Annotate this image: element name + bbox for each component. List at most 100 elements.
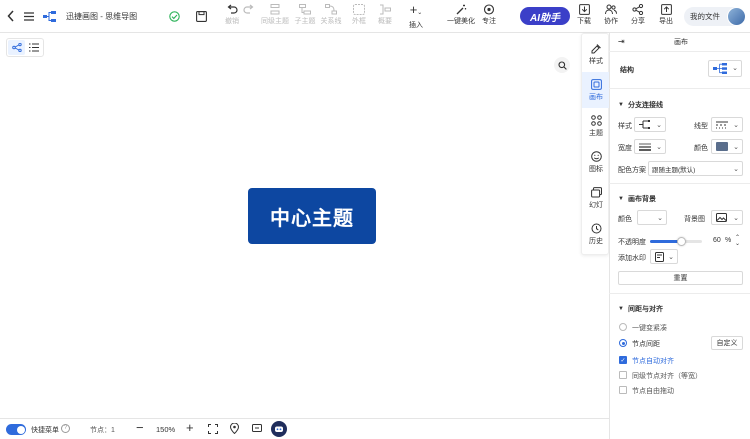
chevron-down-icon: ⌄ [656,122,662,129]
child-topic-icon [299,4,311,15]
export-icon [660,4,672,15]
tab-slides[interactable]: 幻灯 [582,180,610,216]
spacing-section-title[interactable]: ▼ 间距与对齐 [618,304,663,314]
zoom-level[interactable]: 150% [156,425,175,434]
branch-section-title[interactable]: ▼ 分支连接线 [618,100,663,110]
caret-down-icon: ▼ [618,196,624,202]
divider [609,51,750,52]
branch-color-select[interactable]: ⌄ [711,139,743,154]
theme-icon [590,114,602,126]
collaborate-button[interactable]: 协作 [601,4,621,26]
share-button[interactable]: 分享 [628,4,648,26]
divider [609,88,750,89]
central-topic[interactable]: 中心主题 [248,188,376,244]
redo-icon [243,4,254,14]
redo-button[interactable] [242,4,256,15]
focus-button[interactable]: 专注 [478,4,500,26]
mindmap-view-icon[interactable] [8,40,25,55]
saved-check-icon [168,10,180,22]
summary-button[interactable]: 概要 [374,4,396,26]
watermark-select[interactable]: ⌄ [650,249,678,264]
tab-history[interactable]: 历史 [582,216,610,252]
back-icon[interactable] [5,9,17,23]
tab-canvas[interactable]: 画布 [582,72,610,108]
beautify-button[interactable]: 一键美化 [446,4,476,26]
node-spacing-radio[interactable] [619,339,627,347]
save-icon[interactable] [194,9,208,23]
auto-align-checkbox[interactable]: ✓ [619,356,627,364]
caret-down-icon: ▼ [618,102,624,108]
emoji-icon [590,150,602,162]
status-bar: 快捷菜单 ? 节点：1 − 150% + [0,418,609,439]
robot-assistant-icon[interactable] [271,421,287,437]
chevron-down-icon: ⌄ [733,122,739,129]
structure-label: 结构 [620,67,634,74]
collapse-panel-icon[interactable]: ⇥ [618,37,625,46]
stepper-icon[interactable]: ⌃ ⌄ [735,235,740,247]
focus-icon [483,4,495,15]
export-button[interactable]: 导出 [656,4,676,26]
mindmap-logo-icon [42,9,56,23]
summary-icon [380,4,391,15]
tab-theme[interactable]: 主题 [582,108,610,144]
boundary-button[interactable]: 外框 [348,4,370,26]
chevron-down-icon: ⌄ [732,65,738,72]
insert-button[interactable]: +⌄ 插入 [404,3,428,30]
background-section-title[interactable]: ▼ 画布背景 [618,194,656,204]
avatar[interactable] [727,7,746,26]
chevron-down-icon: ⌄ [656,144,662,151]
outline-view-icon[interactable] [25,40,42,55]
chevron-down-icon: ⌄ [733,166,739,173]
help-icon[interactable]: ? [61,424,70,433]
panel-header: 画布 [674,39,688,46]
structure-select[interactable]: ⌄ [708,60,742,77]
zoom-out-icon[interactable]: − [136,420,144,435]
image-icon [716,213,727,222]
properties-panel: ⇥ 画布 结构 ⌄ ▼ 分支连接线 样式 ⌄ 线型 ⌄ 宽度 ⌄ 颜色 ⌄ 配色… [609,33,750,439]
tab-icons[interactable]: 图标 [582,144,610,180]
magic-wand-icon [456,4,467,15]
share-icon [632,4,644,15]
shortcut-menu-toggle[interactable] [6,424,26,435]
background-image-select[interactable]: ⌄ [711,210,743,225]
mindmap-canvas[interactable]: 中心主题 [0,33,609,418]
free-drag-checkbox[interactable] [619,386,627,394]
relation-line-icon [325,4,337,15]
compact-radio[interactable] [619,323,627,331]
download-icon [578,4,590,15]
side-tabs: 样式 画布 主题 图标 幻灯 历史 [581,33,610,255]
relation-line-button[interactable]: 关系线 [318,4,344,26]
fit-screen-icon[interactable] [207,423,218,434]
style-icon [591,43,601,53]
sibling-topic-button[interactable]: 同级主题 [260,4,290,26]
line-width-select[interactable]: ⌄ [634,139,666,154]
line-width-icon [639,143,651,151]
opacity-slider-handle[interactable] [677,237,687,246]
reset-button[interactable]: 重置 [618,271,743,285]
download-button[interactable]: 下载 [574,4,594,26]
undo-icon [227,4,238,14]
ai-assistant-button[interactable]: AI助手 [520,7,570,25]
zoom-in-icon[interactable]: + [186,420,194,435]
menu-icon[interactable] [23,10,35,22]
my-files-button[interactable]: 我的文件 [684,7,746,26]
slides-icon [590,186,602,197]
sibling-align-checkbox[interactable] [619,371,627,379]
document-title[interactable]: 迅捷画图 - 思维导图 [66,11,137,22]
locate-icon[interactable] [229,423,240,434]
search-icon[interactable] [554,57,570,73]
divider [609,293,750,294]
line-type-select[interactable]: ⌄ [711,117,743,132]
tab-style[interactable]: 样式 [582,36,610,72]
color-scheme-select[interactable]: 跟随主题(默认) ⌄ [648,161,743,176]
branch-style-select[interactable]: ⌄ [634,117,666,132]
custom-spacing-button[interactable]: 自定义 [711,336,743,350]
present-icon[interactable] [251,423,262,434]
opacity-value[interactable]: 60 [713,237,721,244]
background-color-select[interactable]: ⌄ [637,210,667,225]
chevron-down-icon: ⌄ [733,215,739,222]
caret-down-icon: ▼ [618,306,624,312]
opacity-slider[interactable] [650,237,702,246]
sibling-topic-icon [270,4,280,15]
child-topic-button[interactable]: 子主题 [292,4,318,26]
